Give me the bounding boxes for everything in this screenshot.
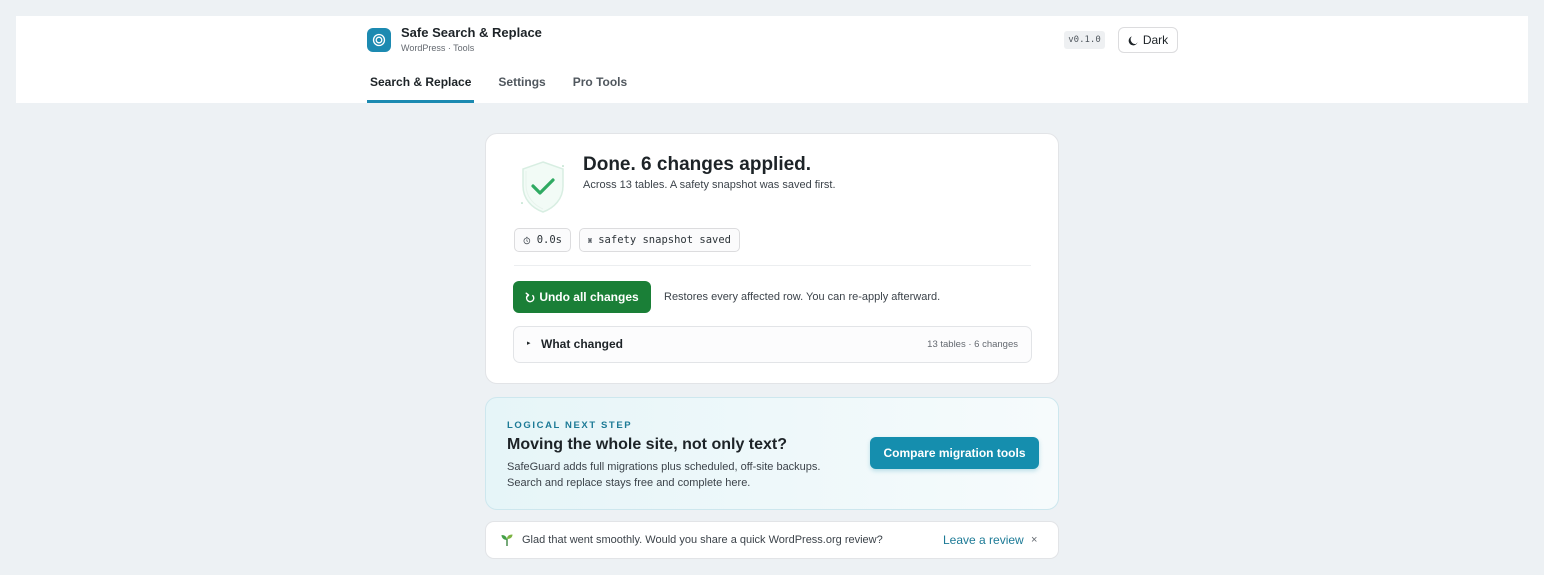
dark-mode-toggle-button[interactable]: Dark [1118,27,1178,53]
app-header: Safe Search & Replace WordPress · Tools … [16,16,1528,103]
tab-search-replace[interactable]: Search & Replace [367,71,475,103]
stopwatch-icon [523,236,531,244]
version-badge: v0.1.0 [1064,31,1105,49]
what-changed-label: What changed [541,337,624,351]
review-prompt: Glad that went smoothly. Would you share… [522,534,883,546]
promo-eyebrow: LOGICAL NEXT STEP [507,420,633,431]
main-tabs: Search & Replace Settings Pro Tools [367,71,651,103]
brand-logo-icon [367,28,391,52]
compare-migration-tools-button[interactable]: Compare migration tools [870,437,1039,469]
duration-value: 0.0s [536,234,562,246]
undo-all-changes-label: Undo all changes [539,290,639,304]
tab-pro-tools[interactable]: Pro Tools [570,71,630,103]
caret-right-icon: ▸ [527,340,531,347]
app-breadcrumb: WordPress · Tools [401,43,475,53]
tab-settings[interactable]: Settings [495,71,548,103]
promo-title: Moving the whole site, not only text? [507,436,788,453]
undo-note: Restores every affected row. You can re-… [664,291,941,303]
duration-chip: 0.0s [514,228,571,252]
dark-mode-toggle-label: Dark [1142,33,1169,47]
result-subtitle: Across 13 tables. A safety snapshot was … [583,179,836,191]
snapshot-chip: safety snapshot saved [579,228,740,252]
square-icon [588,237,593,243]
close-icon[interactable]: × [1031,534,1037,546]
shield-check-icon [521,161,564,213]
what-changed-disclosure[interactable]: ▸ What changed 13 tables · 6 changes [513,326,1032,363]
result-title: Done. 6 changes applied. [583,154,812,175]
undo-all-changes-button[interactable]: Undo all changes [513,281,651,313]
sprout-icon [501,534,513,546]
app-title: Safe Search & Replace [401,25,542,40]
promo-description: SafeGuard adds full migrations plus sche… [507,461,821,489]
divider [514,265,1031,266]
snapshot-label: safety snapshot saved [598,234,731,246]
leave-review-link[interactable]: Leave a review [943,533,1024,547]
result-card: Done. 6 changes applied. Across 13 table… [485,133,1059,384]
review-banner: Glad that went smoothly. Would you share… [485,521,1059,559]
undo-arrow-icon [525,292,535,302]
moon-icon [1128,35,1138,45]
promo-card: LOGICAL NEXT STEP Moving the whole site,… [485,397,1059,510]
changes-count: 13 tables · 6 changes [927,339,1018,350]
